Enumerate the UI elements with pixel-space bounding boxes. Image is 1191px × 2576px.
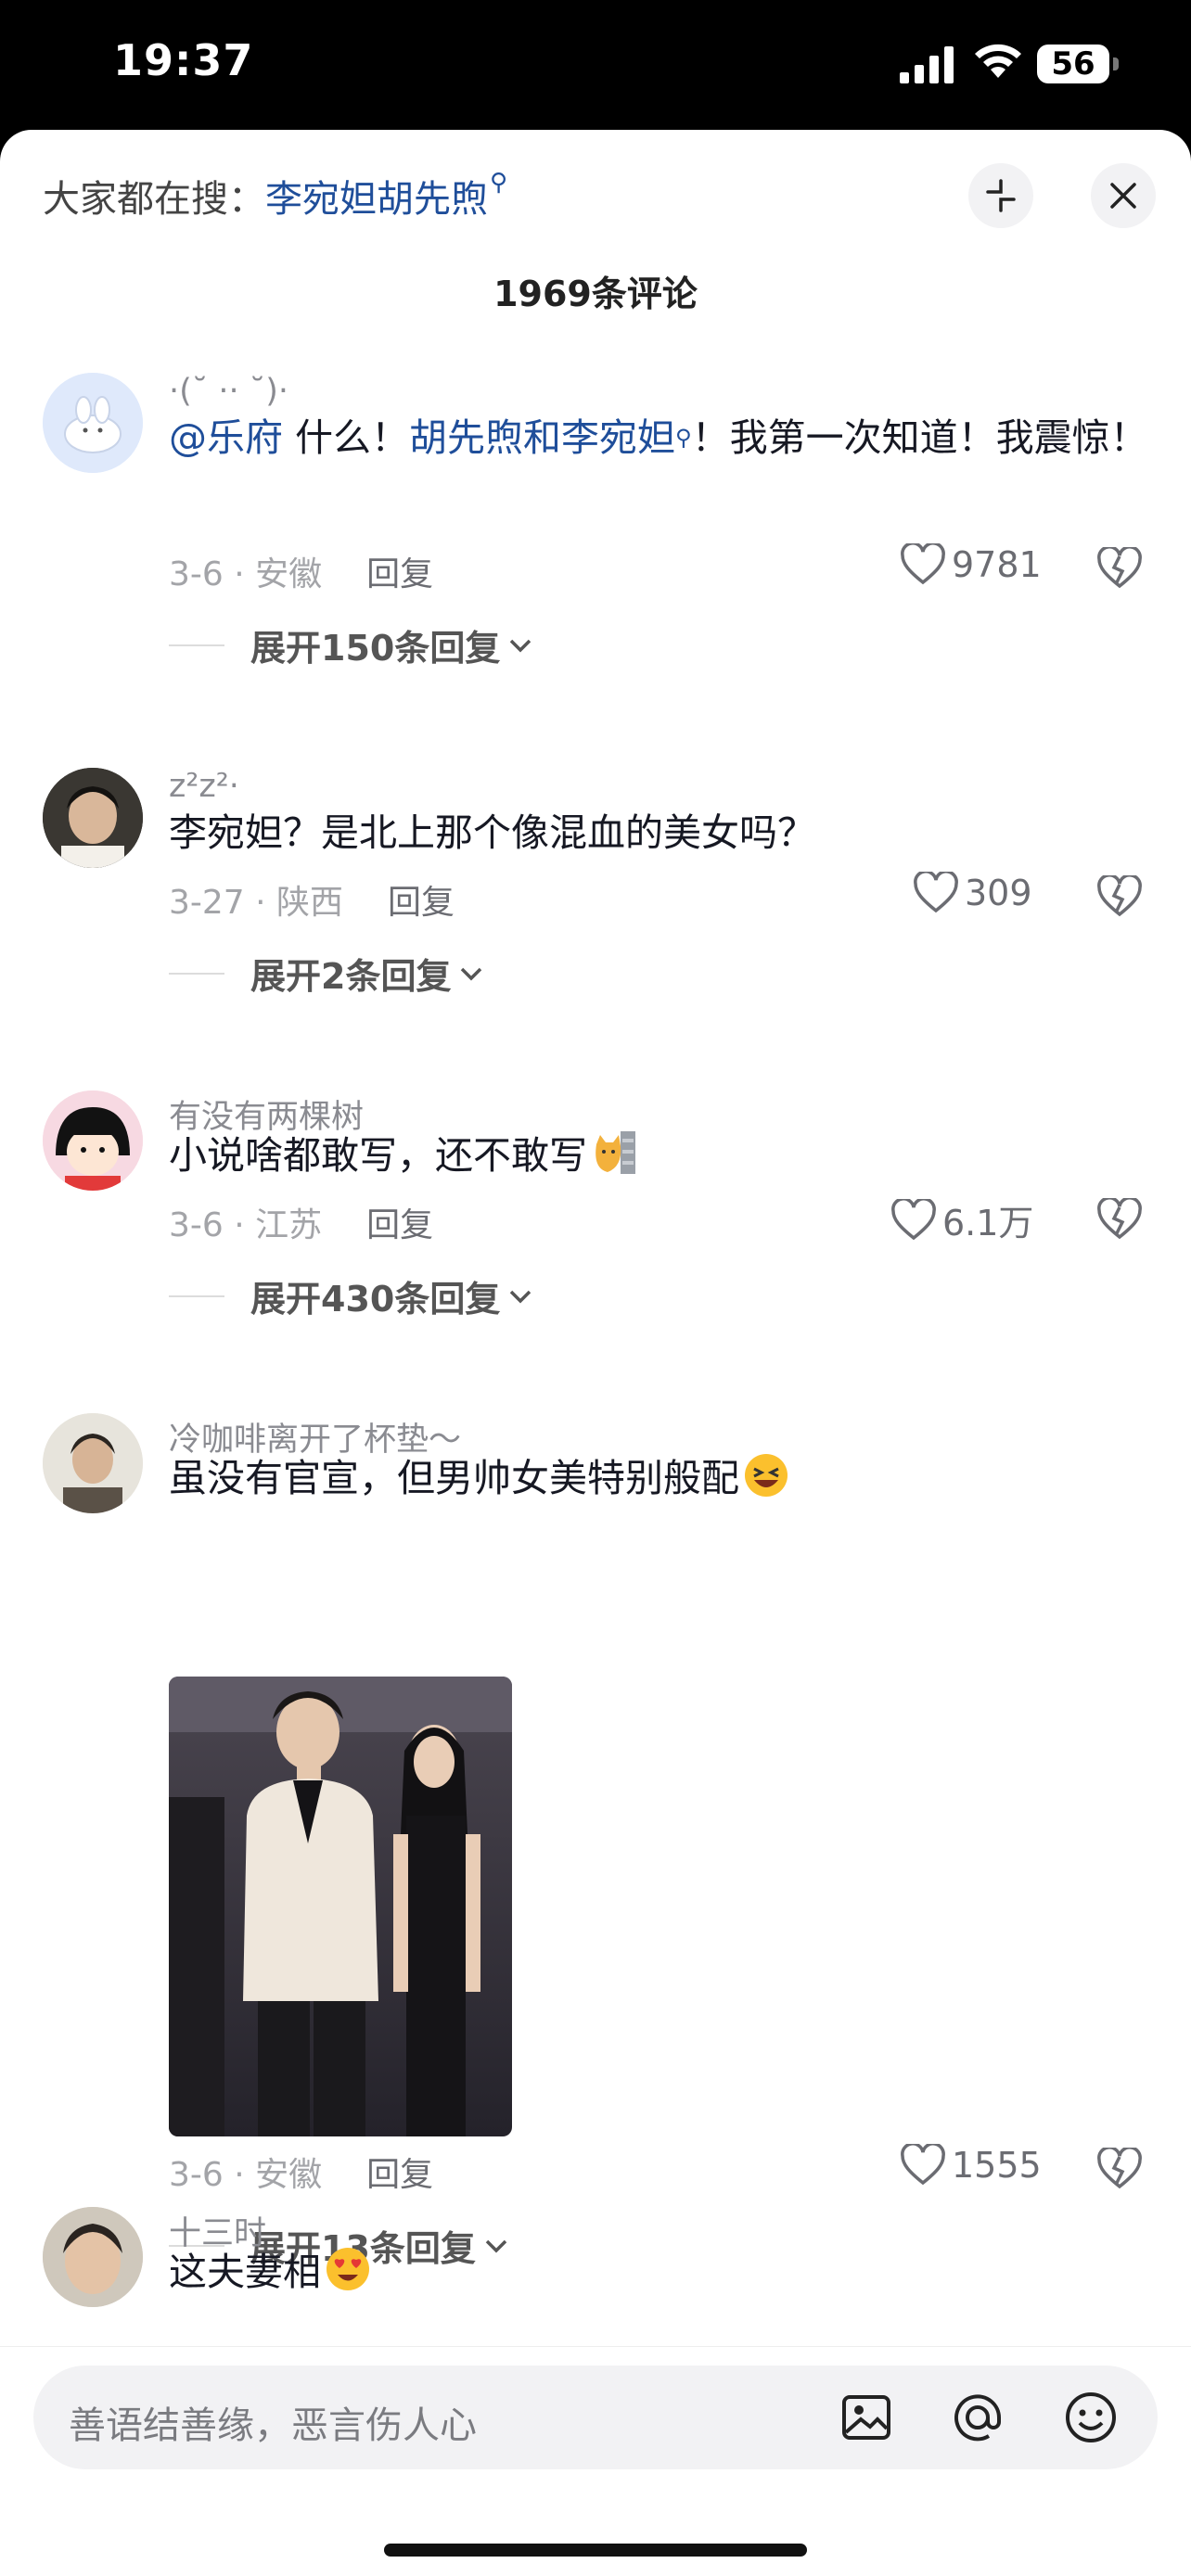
emoji-button[interactable] — [1063, 2390, 1119, 2445]
signal-icon — [900, 46, 954, 83]
broken-heart-icon[interactable] — [1096, 1198, 1143, 1241]
collapse-button[interactable] — [968, 163, 1033, 228]
battery-indicator: 56 — [1037, 45, 1109, 83]
broken-heart-icon[interactable] — [1096, 2148, 1143, 2190]
expand-replies[interactable]: 展开150条回复 — [169, 619, 533, 670]
status-time: 19:37 — [113, 35, 254, 85]
home-indicator — [384, 2544, 807, 2557]
status-bar: 19:37 56 — [0, 0, 1191, 130]
avatar[interactable] — [43, 768, 143, 868]
search-icon: ⚲ — [675, 425, 692, 451]
avatar[interactable] — [43, 1090, 143, 1191]
date-location: 3-6 · 江苏 — [169, 1206, 323, 1244]
cat-emoji-icon — [596, 1131, 635, 1174]
collapse-icon — [986, 179, 1016, 212]
reply-button[interactable]: 回复 — [366, 2156, 433, 2194]
mention-button[interactable] — [950, 2390, 1005, 2445]
image-icon — [842, 2395, 890, 2440]
avatar[interactable] — [43, 373, 143, 473]
comment-text: 小说啥都敢写，还不敢写 — [169, 1122, 1152, 1189]
image-button[interactable] — [839, 2390, 894, 2445]
input-placeholder: 善语结善缘，恶言伤人心 — [69, 2404, 477, 2447]
chevron-down-icon — [461, 967, 482, 980]
comment-text: 李宛妲？是北上那个像混血的美女吗？ — [169, 810, 815, 855]
mention-link[interactable]: @乐府 — [169, 415, 283, 460]
comment-text: 虽没有官宣，但男帅女美特别般配 — [169, 1445, 1152, 1511]
avatar[interactable] — [43, 2207, 143, 2307]
comment-meta: 3-6 · 安徽 回复 — [169, 547, 433, 595]
avatar[interactable] — [43, 1413, 143, 1513]
chevron-down-icon — [510, 639, 531, 652]
comment-meta: 3-6 · 安徽 回复 — [169, 2148, 433, 2196]
date-location: 3-27 · 陕西 — [169, 884, 344, 922]
comment-count: 1969条评论 — [493, 274, 698, 314]
date-location: 3-6 · 安徽 — [169, 2156, 323, 2194]
heart-eyes-emoji-icon — [327, 2248, 369, 2290]
wifi-icon — [975, 44, 1021, 78]
hot-search[interactable]: 大家都在搜：李宛妲胡先煦⚲ — [43, 169, 507, 223]
like-count: 1555 — [952, 2145, 1042, 2186]
comment-photo[interactable] — [169, 1677, 512, 2136]
heart-icon — [901, 543, 945, 585]
like-count: 9781 — [952, 544, 1042, 585]
comment-text: @乐府 什么！胡先煦和李宛妲⚲！我第一次知道！我震惊！ — [169, 415, 1148, 460]
heart-icon — [891, 1198, 936, 1240]
emoji-icon — [1066, 2392, 1116, 2442]
broken-heart-icon[interactable] — [1096, 547, 1143, 590]
laughing-emoji-icon — [745, 1454, 788, 1497]
comment-input[interactable]: 善语结善缘，恶言伤人心 — [33, 2366, 1158, 2469]
like-button[interactable]: 9781 — [900, 543, 1042, 586]
comment-meta: 3-6 · 江苏 回复 — [169, 1198, 433, 1246]
chevron-down-icon — [510, 1290, 531, 1303]
like-button[interactable]: 6.1万 — [890, 1194, 1033, 1245]
expand-replies[interactable]: 展开430条回复 — [169, 1270, 533, 1321]
close-button[interactable] — [1091, 163, 1156, 228]
comment-text: 这夫妻相 — [169, 2238, 1152, 2305]
like-count: 309 — [965, 873, 1032, 913]
reply-button[interactable]: 回复 — [366, 1206, 433, 1244]
close-icon — [1110, 183, 1136, 209]
like-count: 6.1万 — [942, 1203, 1034, 1243]
heart-icon — [901, 2144, 945, 2186]
comment-sheet: 大家都在搜：李宛妲胡先煦⚲ 1969条评论 ·(˘ ·· ˘)· @乐府 什么！… — [0, 130, 1191, 2576]
broken-heart-icon[interactable] — [1096, 875, 1143, 918]
reply-button[interactable]: 回复 — [388, 884, 455, 922]
hot-search-prefix: 大家都在搜： — [43, 178, 265, 221]
heart-icon — [914, 872, 958, 913]
search-icon: ⚲ — [490, 169, 508, 197]
reply-button[interactable]: 回复 — [366, 555, 433, 593]
comment-meta: 3-27 · 陕西 回复 — [169, 875, 455, 924]
expand-replies[interactable]: 展开2条回复 — [169, 948, 484, 999]
like-button[interactable]: 309 — [913, 872, 1032, 914]
battery-tip — [1113, 57, 1119, 70]
at-icon — [954, 2394, 1001, 2442]
hot-search-term[interactable]: 李宛妲胡先煦⚲ — [265, 169, 507, 221]
comment-input-bar: 善语结善缘，恶言伤人心 — [0, 2346, 1191, 2576]
like-button[interactable]: 1555 — [900, 2144, 1042, 2187]
date-location: 3-6 · 安徽 — [169, 555, 323, 593]
search-link[interactable]: 胡先煦和李宛妲⚲ — [409, 415, 692, 460]
